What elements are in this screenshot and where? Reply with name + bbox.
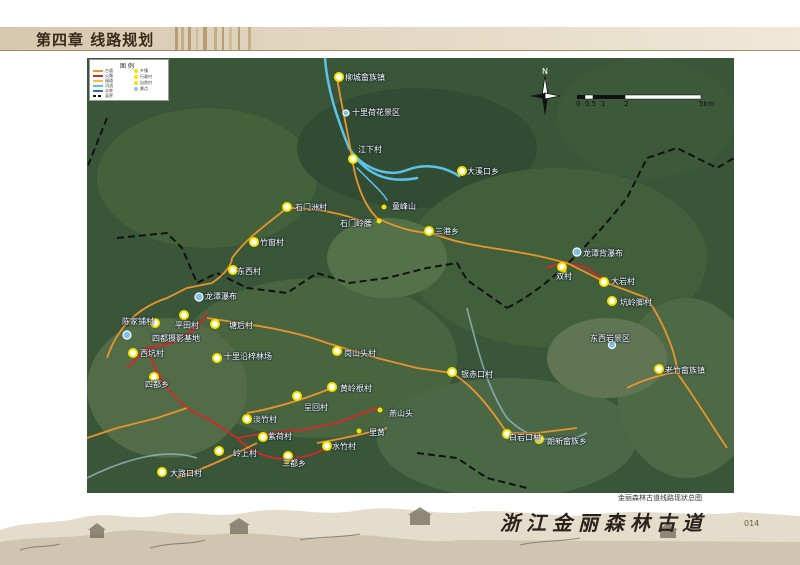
legend-swatch xyxy=(93,89,103,92)
place-label: 石门洲村 xyxy=(295,203,327,212)
place-label: 塘后村 xyxy=(229,321,253,330)
place-label: 里黄 xyxy=(369,428,385,437)
legend-label: 自然村 xyxy=(140,80,152,85)
legend-swatch xyxy=(134,68,138,73)
north-label: N xyxy=(542,67,548,76)
legend-swatch xyxy=(134,86,138,91)
legend-swatch xyxy=(93,74,103,77)
place-label: 岗山头村 xyxy=(344,349,376,358)
place-label: 平田村 xyxy=(175,321,199,330)
place-label: 柳城畲族镇 xyxy=(345,73,385,82)
page-number: 014 xyxy=(744,519,760,528)
legend-swatch xyxy=(93,94,103,97)
legend-swatch xyxy=(134,80,138,85)
legend-item-township: 乡镇 xyxy=(134,68,148,73)
place-label: 龙潭瀑布 xyxy=(205,292,237,301)
place-label: 龙潭背瀑布 xyxy=(583,249,623,258)
legend-label: 乡镇 xyxy=(140,68,148,73)
place-label: 燕山头 xyxy=(389,409,413,418)
place-label: 东西村 xyxy=(237,267,261,276)
place-label: 陈家铺村 xyxy=(122,317,154,326)
legend-swatch xyxy=(93,84,103,87)
legend-swatch xyxy=(93,69,103,72)
place-label: 水竹村 xyxy=(332,442,356,451)
scale-bar xyxy=(577,94,702,100)
place-label: 童峰山 xyxy=(392,202,416,211)
chapter-title: 第四章 线路规划 xyxy=(36,31,155,49)
place-label: 岭上村 xyxy=(233,449,257,458)
place-label: 四都乡 xyxy=(145,380,169,389)
place-label: 淡竹村 xyxy=(253,415,277,424)
place-label: 十里荷花景区 xyxy=(352,108,400,117)
place-label: 银赤口村 xyxy=(461,370,493,379)
place-label: 坑岭脚村 xyxy=(620,298,652,307)
north-arrow-icon: N xyxy=(530,67,560,116)
legend-label: 景点 xyxy=(140,86,148,91)
place-label: 三港乡 xyxy=(435,227,459,236)
place-label: 西坑村 xyxy=(140,349,164,358)
place-label: 朗新畲族乡 xyxy=(547,437,587,446)
place-label: 石门岭腰 xyxy=(340,219,372,228)
place-label: 双村 xyxy=(556,272,572,281)
place-label: 白岩口村 xyxy=(509,433,541,442)
legend-item-county-border: 县界 xyxy=(93,93,113,98)
place-label: 四都摄影基地 xyxy=(152,334,200,343)
legend-label: 行政村 xyxy=(140,74,152,79)
place-label: 东西岩景区 xyxy=(590,334,630,343)
legend-swatch xyxy=(93,79,103,82)
legend-label: 县界 xyxy=(105,93,113,98)
place-label: 大溪口乡 xyxy=(467,167,499,176)
legend-swatch xyxy=(134,74,138,79)
place-label: 呈回村 xyxy=(304,403,328,412)
scale-tick: 1 xyxy=(601,100,606,108)
place-label: 十里沿梓林场 xyxy=(224,352,272,361)
scale-tick: 0.5 xyxy=(585,100,597,108)
legend-item-admin-village: 行政村 xyxy=(134,74,152,79)
place-label: 竹窗村 xyxy=(260,238,284,247)
map-panel xyxy=(87,58,734,493)
place-label: 老竹畲族镇 xyxy=(665,366,705,375)
place-label: 紫荷村 xyxy=(268,432,292,441)
place-label: 大岩村 xyxy=(611,277,635,286)
map-legend: 图 例 古道 公路 绿道 河流 水库 县界 乡镇 行政村 自然村 景点 xyxy=(89,59,169,101)
place-label: 黄岭根村 xyxy=(340,384,372,393)
place-label: 三都乡 xyxy=(282,459,306,468)
place-label: 江下村 xyxy=(358,145,382,154)
scale-tick: 0 xyxy=(576,100,581,108)
brand-title: 浙江金丽森林古道 xyxy=(500,511,708,535)
scale-tick: 2 xyxy=(624,100,629,108)
legend-item-natural-village: 自然村 xyxy=(134,80,152,85)
map-canvas xyxy=(87,58,734,493)
legend-item-scenic-spot: 景点 xyxy=(134,86,148,91)
legend-title: 图 例 xyxy=(120,63,134,70)
scale-end: 5km xyxy=(699,100,715,108)
place-label: 大路口村 xyxy=(170,469,202,478)
